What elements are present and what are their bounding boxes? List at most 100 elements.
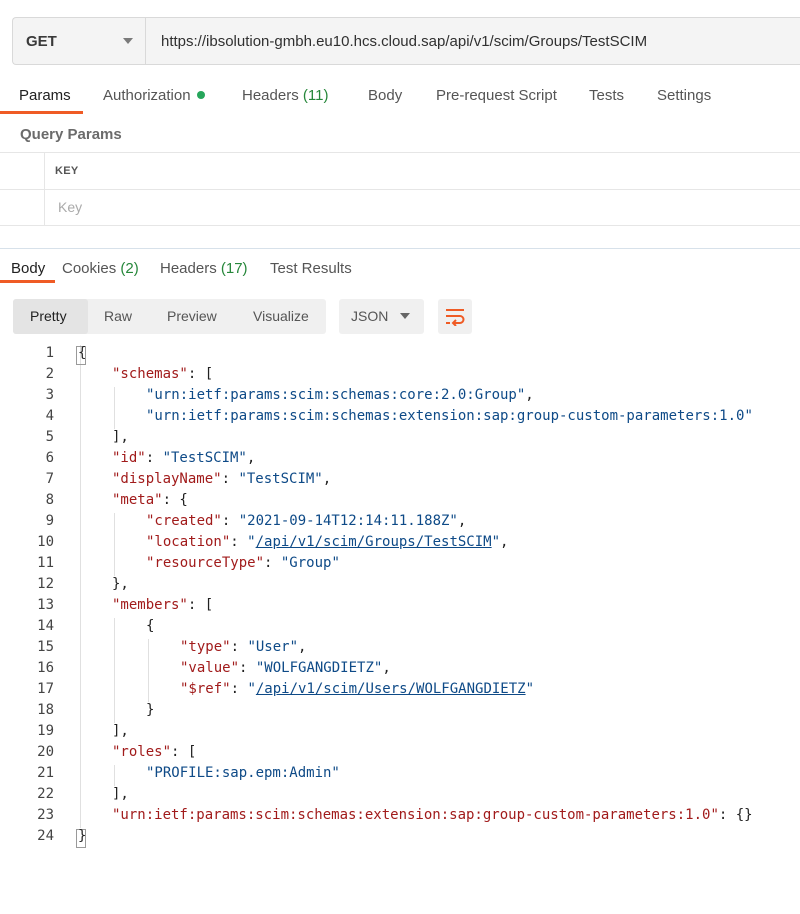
code-text: "schemas": [ <box>112 366 213 382</box>
view-pretty-button[interactable]: Pretty <box>30 308 67 324</box>
format-select[interactable]: JSON <box>339 299 424 334</box>
key-input[interactable]: Key <box>58 199 82 215</box>
view-preview-button[interactable]: Preview <box>167 308 217 324</box>
json-string: "TestSCIM" <box>238 471 323 487</box>
method-select[interactable]: GET <box>13 18 146 64</box>
tab-prerequest-script[interactable]: Pre-request Script <box>436 87 557 104</box>
view-mode-selector: Pretty Raw Preview Visualize <box>13 299 326 334</box>
code-line: 18} <box>0 702 800 723</box>
code-line: 14 { <box>0 618 800 639</box>
json-link[interactable]: /api/v1/scim/Users/WOLFGANGDIETZ <box>256 681 526 697</box>
view-visualize-button[interactable]: Visualize <box>253 308 309 324</box>
tab-authorization-label: Authorization <box>103 87 191 104</box>
line-number: 5 <box>45 429 54 445</box>
json-punctuation: : <box>239 660 256 676</box>
line-number: 11 <box>37 555 54 571</box>
cookies-label: Cookies <box>62 260 117 277</box>
code-line: 22], <box>0 786 800 807</box>
json-punctuation: }, <box>112 576 129 592</box>
active-response-tab-indicator <box>0 280 55 283</box>
code-line: 12}, <box>0 576 800 597</box>
json-string: "Group" <box>280 555 340 571</box>
url-input[interactable]: https://ibsolution-gmbh.eu10.hcs.cloud.s… <box>146 18 647 64</box>
json-string: "2021-09-14T12:14:11.188Z" <box>238 513 458 529</box>
wrap-lines-button[interactable] <box>438 299 472 334</box>
code-text: "created": "2021-09-14T12:14:11.188Z", <box>146 513 466 529</box>
json-punctuation: : <box>145 450 163 466</box>
tab-body[interactable]: Body <box>368 87 402 104</box>
url-text: https://ibsolution-gmbh.eu10.hcs.cloud.s… <box>161 32 648 50</box>
line-number: 15 <box>37 639 54 655</box>
code-text: } <box>146 702 154 718</box>
code-text: "meta": { <box>112 492 188 508</box>
response-tab-headers[interactable]: Headers (17) <box>160 260 248 277</box>
tab-headers[interactable]: Headers (11) <box>242 87 328 104</box>
code-text: ], <box>112 723 129 739</box>
response-tab-cookies[interactable]: Cookies (2) <box>62 260 139 277</box>
response-tab-body[interactable]: Body <box>11 260 45 277</box>
code-text: "resourceType": "Group" <box>146 555 340 571</box>
json-key: "value" <box>180 660 240 676</box>
line-number: 2 <box>45 366 54 382</box>
code-text: "urn:ietf:params:scim:schemas:extension:… <box>146 408 753 424</box>
json-punctuation: : [ <box>187 597 214 613</box>
code-line: 23 "urn:ietf:params:scim:schemas:extensio… <box>0 807 800 828</box>
json-punctuation: ], <box>112 429 129 445</box>
json-key: "schemas" <box>112 366 188 382</box>
json-key: "resourceType" <box>146 555 265 571</box>
chevron-down-icon <box>400 313 410 319</box>
json-punctuation: ], <box>112 786 129 802</box>
tab-tests[interactable]: Tests <box>589 87 624 104</box>
json-string: "urn:ietf:params:scim:schemas:extension:… <box>146 408 753 424</box>
tab-authorization[interactable]: Authorization <box>103 87 205 104</box>
line-number: 14 <box>37 618 54 634</box>
code-line: 1{ <box>0 345 800 366</box>
code-line: 3 "urn:ietf:params:scim:schemas:core:2.0:… <box>0 387 800 408</box>
line-number: 4 <box>45 408 54 424</box>
code-text: }, <box>112 576 129 592</box>
line-number: 20 <box>37 744 54 760</box>
json-punctuation: , <box>298 639 307 655</box>
code-text: ], <box>112 429 129 445</box>
json-punctuation: : {} <box>718 807 753 823</box>
line-number: 6 <box>45 450 54 466</box>
tab-settings[interactable]: Settings <box>657 87 711 104</box>
json-punctuation: : [ <box>171 744 197 760</box>
code-line: 20 "roles": [ <box>0 744 800 765</box>
line-number: 23 <box>37 807 54 823</box>
code-line: 15 "type": "User", <box>0 639 800 660</box>
code-text: } <box>78 828 86 844</box>
line-number: 21 <box>37 765 54 781</box>
json-punctuation: : <box>221 513 239 529</box>
code-line: 6 "id": "TestSCIM", <box>0 450 800 471</box>
code-text: "members": [ <box>112 597 213 613</box>
view-raw-button[interactable]: Raw <box>104 308 132 324</box>
json-punctuation: } <box>78 828 87 844</box>
code-line: 10 "location": "/api/v1/scim/Groups/TestS… <box>0 534 800 555</box>
code-text: "PROFILE:sap.epm:Admin" <box>146 765 340 781</box>
json-punctuation: : <box>221 471 239 487</box>
format-label: JSON <box>351 308 389 324</box>
json-key: "urn:ietf:params:scim:schemas:extension:… <box>112 807 719 823</box>
json-string: "urn:ietf:params:scim:schemas:core:2.0:G… <box>146 387 526 403</box>
code-line: 7 "displayName": "TestSCIM", <box>0 471 800 492</box>
status-dot-icon <box>196 91 205 99</box>
json-link[interactable]: /api/v1/scim/Groups/TestSCIM <box>256 534 492 550</box>
code-text: "displayName": "TestSCIM", <box>112 471 331 487</box>
response-headers-label: Headers <box>160 260 217 277</box>
code-text: "location": "/api/v1/scim/Groups/TestSCI… <box>146 534 508 550</box>
json-punctuation: , <box>246 450 256 466</box>
json-punctuation: , <box>322 471 332 487</box>
pane-divider[interactable] <box>0 248 800 249</box>
code-text: ], <box>112 786 129 802</box>
code-line: 11 "resourceType": "Group" <box>0 555 800 576</box>
query-params-table: KEY Key <box>0 152 800 226</box>
response-tabs: Body Cookies (2) Headers (17) Test Resul… <box>0 260 800 284</box>
response-tab-test-results[interactable]: Test Results <box>270 260 352 277</box>
line-number: 13 <box>37 597 54 613</box>
tab-params[interactable]: Params <box>19 87 71 104</box>
line-number: 10 <box>37 534 54 550</box>
json-punctuation: : { <box>162 492 188 508</box>
json-key: "id" <box>112 450 146 466</box>
json-punctuation: , <box>382 660 391 676</box>
